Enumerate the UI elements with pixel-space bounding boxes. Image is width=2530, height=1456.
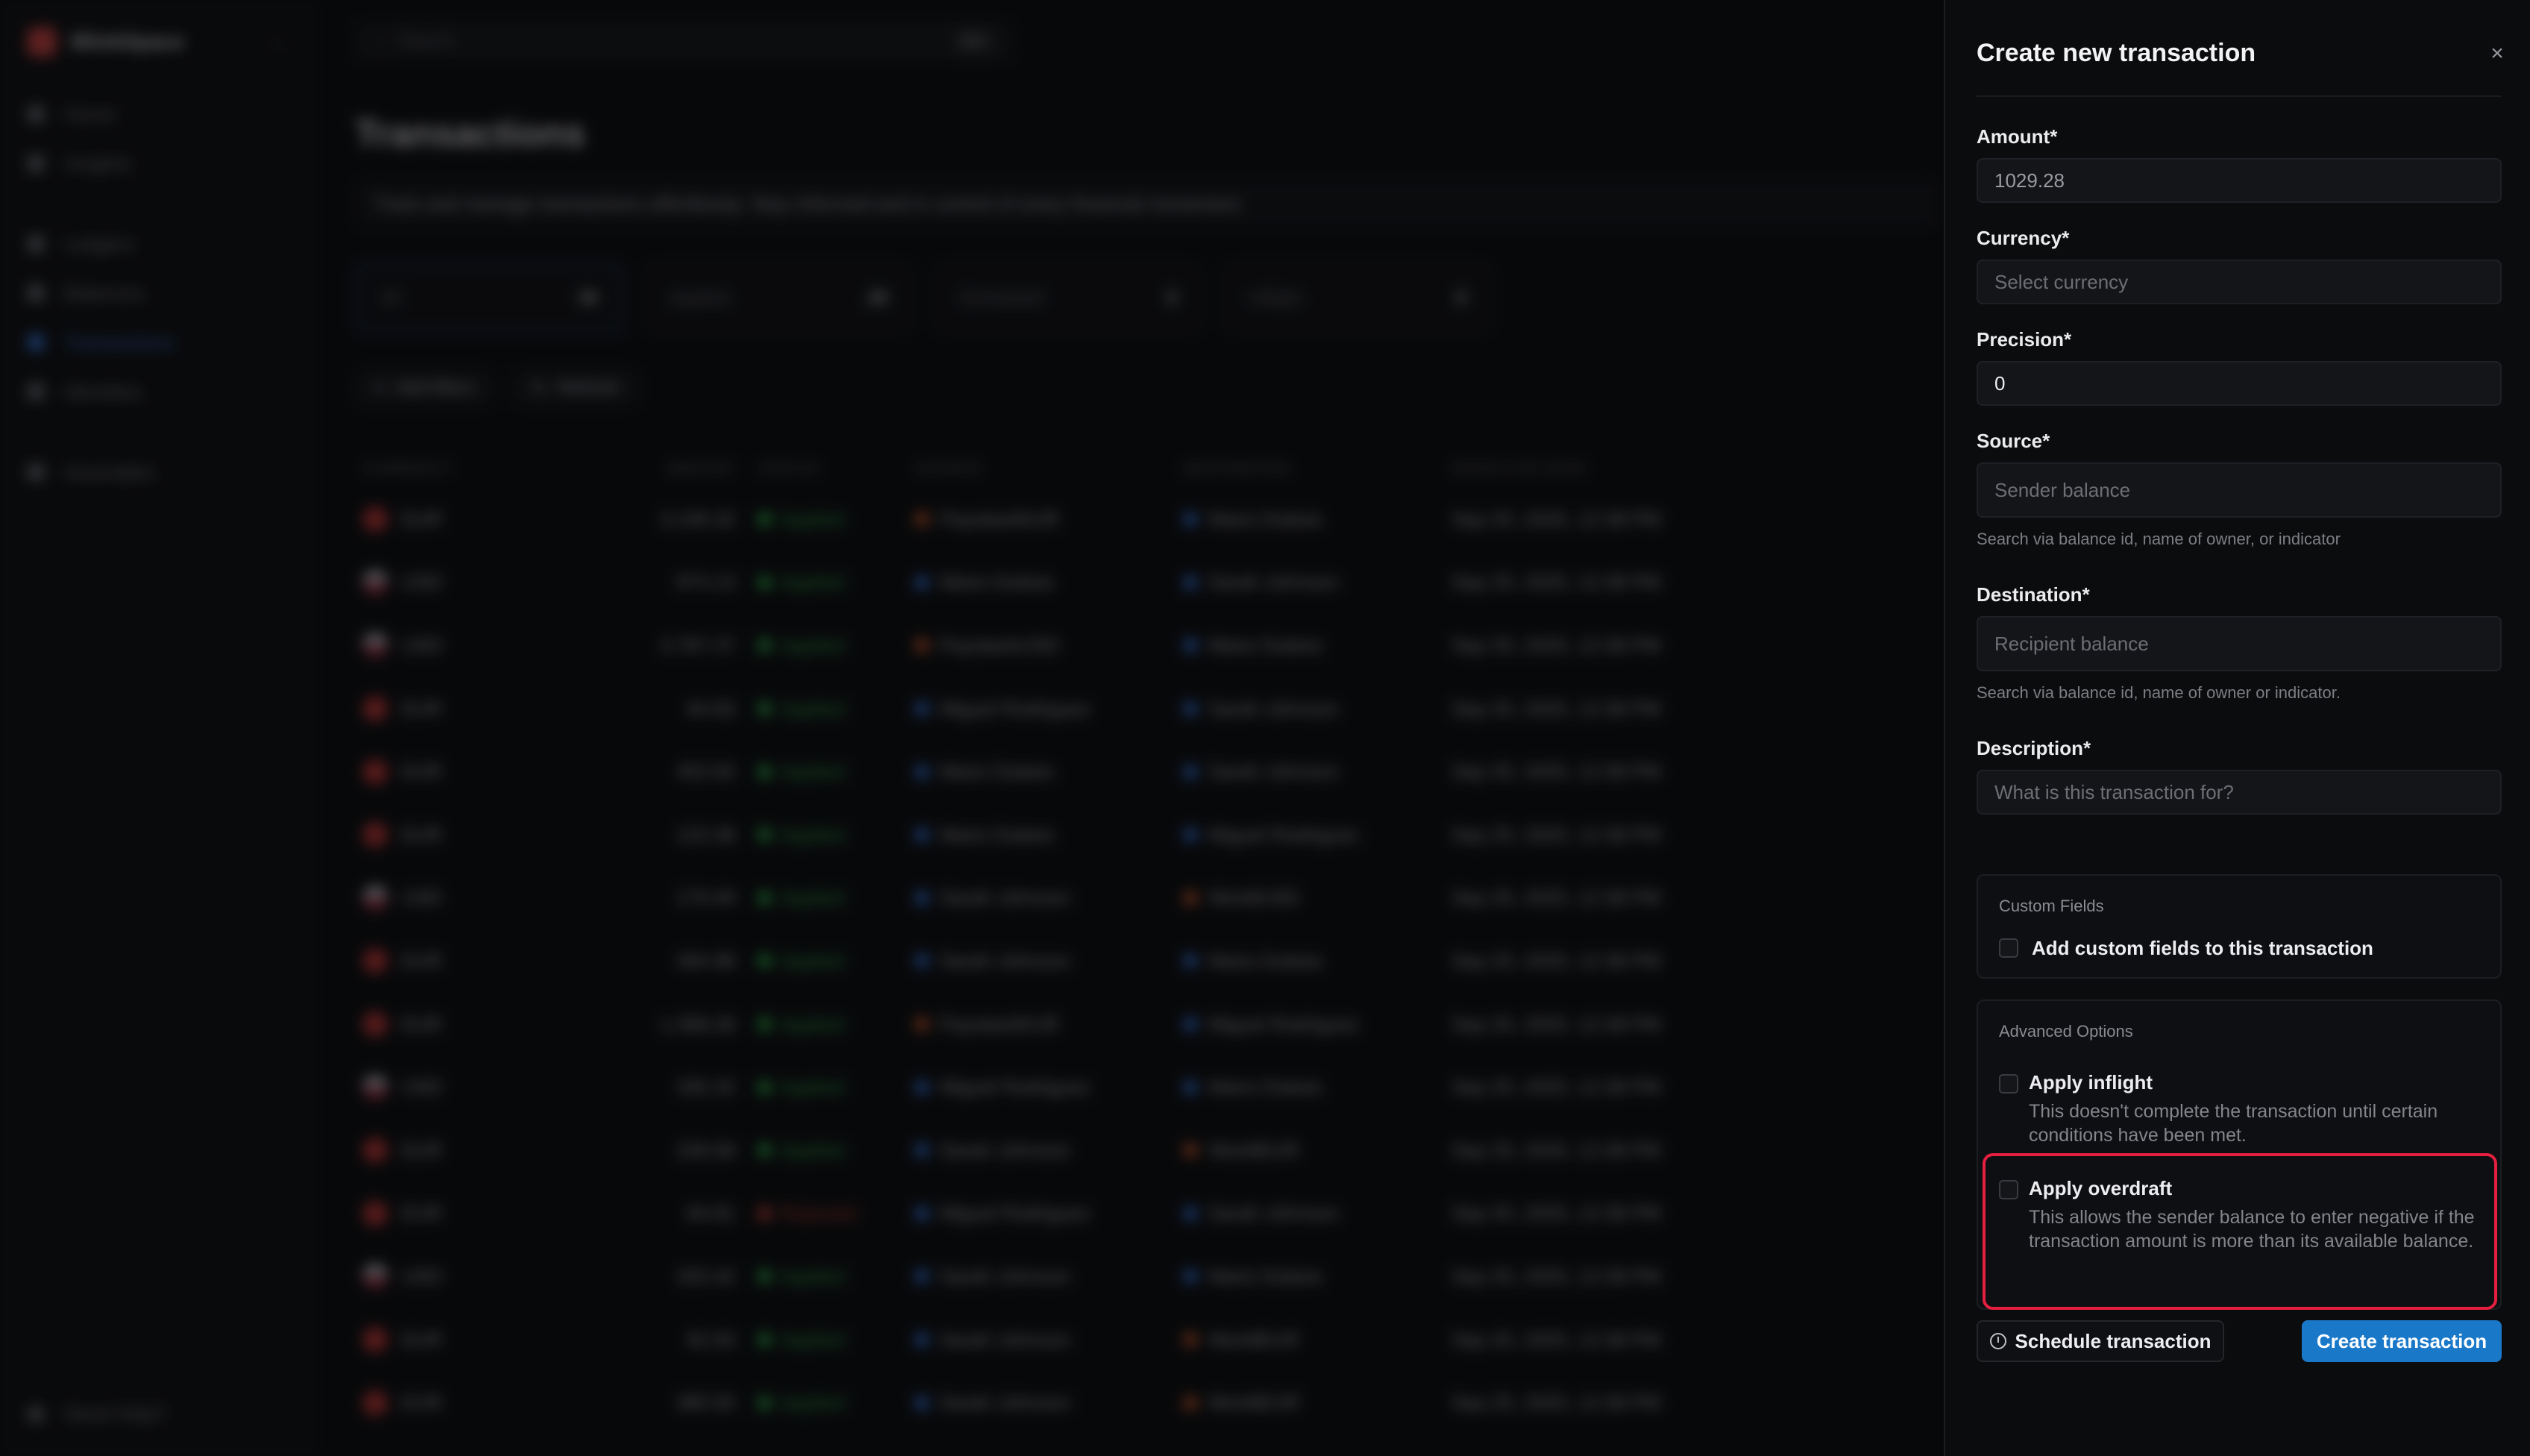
currency-select[interactable]: Select currency bbox=[1977, 260, 2502, 304]
advanced-options-title: Advanced Options bbox=[1999, 1022, 2133, 1041]
close-icon[interactable]: × bbox=[2482, 39, 2512, 69]
custom-fields-title: Custom Fields bbox=[1999, 897, 2104, 915]
overlay-scrim[interactable] bbox=[0, 0, 1944, 1456]
amount-label: Amount* bbox=[1977, 125, 2058, 148]
destination-field[interactable]: Recipient balance bbox=[1977, 616, 2502, 671]
schedule-button-label: Schedule transaction bbox=[2015, 1329, 2212, 1352]
apply-inflight-checkbox[interactable] bbox=[1999, 1074, 2018, 1093]
drawer-title: Create new transaction bbox=[1977, 39, 2256, 67]
destination-label: Destination* bbox=[1977, 583, 2090, 606]
schedule-transaction-button[interactable]: Schedule transaction bbox=[1977, 1320, 2224, 1362]
divider bbox=[1977, 95, 2502, 97]
amount-field[interactable]: 1029.28 bbox=[1977, 158, 2502, 203]
destination-hint: Search via balance id, name of owner or … bbox=[1977, 683, 2341, 702]
source-label: Source* bbox=[1977, 430, 2050, 452]
apply-inflight-label[interactable]: Apply inflight bbox=[2029, 1071, 2153, 1094]
source-field[interactable]: Sender balance bbox=[1977, 462, 2502, 518]
advanced-options-box: Advanced Options Apply inflight This doe… bbox=[1977, 1000, 2502, 1310]
precision-field[interactable]: 0 bbox=[1977, 361, 2502, 406]
custom-fields-label[interactable]: Add custom fields to this transaction bbox=[2032, 937, 2373, 960]
currency-label: Currency* bbox=[1977, 227, 2070, 249]
create-transaction-button[interactable]: Create transaction bbox=[2302, 1320, 2502, 1362]
custom-fields-box: Custom Fields Add custom fields to this … bbox=[1977, 874, 2502, 979]
clock-icon bbox=[1989, 1333, 2006, 1349]
create-transaction-drawer: Create new transaction × Amount* 1029.28… bbox=[1944, 0, 2530, 1456]
description-label: Description* bbox=[1977, 737, 2091, 759]
apply-overdraft-checkbox[interactable] bbox=[1999, 1180, 2018, 1199]
apply-inflight-description: This doesn't complete the transaction un… bbox=[2029, 1101, 2438, 1146]
source-hint: Search via balance id, name of owner, or… bbox=[1977, 530, 2341, 548]
description-field[interactable]: What is this transaction for? bbox=[1977, 770, 2502, 815]
custom-fields-checkbox[interactable] bbox=[1999, 938, 2018, 958]
precision-label: Precision* bbox=[1977, 328, 2072, 351]
apply-overdraft-label[interactable]: Apply overdraft bbox=[2029, 1177, 2172, 1200]
apply-overdraft-description: This allows the sender balance to enter … bbox=[2029, 1207, 2475, 1252]
